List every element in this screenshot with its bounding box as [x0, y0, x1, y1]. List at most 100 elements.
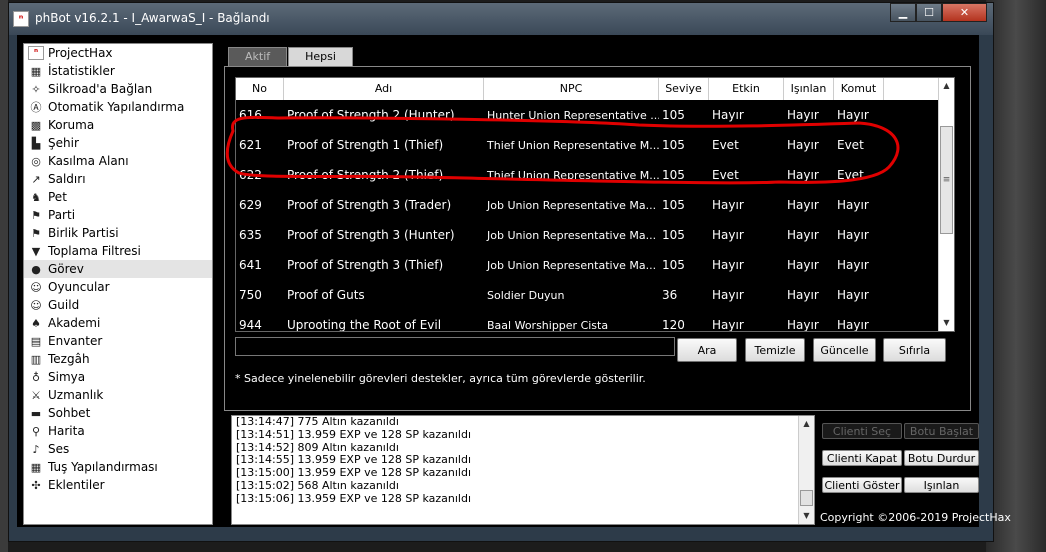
table-row[interactable]: 641 Proof of Strength 3 (Thief) Job Union …	[236, 250, 954, 280]
sidebar-item-autoconfig[interactable]: Ⓐ Otomatik Yapılandırma	[24, 98, 212, 116]
alchemy-icon: ♁	[31, 370, 41, 384]
log-scroll-down-icon[interactable]: ▼	[799, 508, 814, 524]
sidebar-item-union-party[interactable]: ⚑ Birlik Partisi	[24, 224, 212, 242]
update-button[interactable]: Güncelle	[813, 338, 876, 362]
sidebar-item-label: Harita	[48, 424, 85, 438]
table-cell: Uprooting the Root of Evil	[287, 318, 442, 332]
teleport-button[interactable]: Işınlan	[904, 477, 979, 493]
log-box[interactable]: [13:14:47] 775 Altın kazanıldı [13:14:51]…	[231, 415, 815, 525]
sidebar-item-connect[interactable]: ✧ Silkroad'a Bağlan	[24, 80, 212, 98]
maximize-button[interactable]: ☐	[916, 3, 942, 22]
col-command[interactable]: Komut	[834, 78, 884, 100]
table-row[interactable]: 629 Proof of Strength 3 (Trader) Job Union…	[236, 190, 954, 220]
table-cell: Hayır	[712, 108, 744, 122]
sidebar-item-label: Kasılma Alanı	[48, 154, 129, 168]
inventory-icon: ▤	[30, 334, 42, 348]
table-body: 616 Proof of Strength 2 (Hunter) Hunter Un…	[236, 100, 954, 332]
title-bar[interactable]: ⁿ phBot v16.2.1 - I_AwarwaS_I - Bağlandı…	[9, 3, 993, 35]
pet-icon: ♞	[31, 190, 41, 204]
search-input[interactable]	[235, 337, 675, 356]
sidebar-item-academy[interactable]: ♠ Akademi	[24, 314, 212, 332]
table-cell: 629	[239, 198, 262, 212]
sidebar-item-attack[interactable]: ↗ Saldırı	[24, 170, 212, 188]
scroll-up-icon[interactable]: ▲	[939, 78, 954, 94]
table-cell: Proof of Strength 3 (Hunter)	[287, 228, 455, 242]
table-row[interactable]: 944 Uprooting the Root of Evil Baal Worshi…	[236, 310, 954, 332]
maximize-icon: ☐	[924, 6, 934, 19]
tab-aktif[interactable]: Aktif	[228, 47, 288, 66]
col-level[interactable]: Seviye	[659, 78, 709, 100]
sidebar-item-mastery[interactable]: ⚔ Uzmanlık	[24, 386, 212, 404]
sidebar-item-guild[interactable]: ☺ Guild	[24, 296, 212, 314]
sidebar-item-statistics[interactable]: ▦ İstatistikler	[24, 62, 212, 80]
scroll-down-icon[interactable]: ▼	[939, 315, 954, 331]
sidebar-item-pet[interactable]: ♞ Pet	[24, 188, 212, 206]
phbot-icon[interactable]: ⁿ	[13, 11, 29, 27]
table-row[interactable]: 621 Proof of Strength 1 (Thief) Thief Unio…	[236, 130, 954, 160]
table-scrollbar[interactable]: ▲ ≡ ▼	[938, 78, 954, 331]
table-cell: Hayır	[837, 228, 869, 242]
table-cell: Job Union Representative Ma...	[487, 228, 657, 242]
stop-bot-button[interactable]: Botu Durdur	[904, 450, 979, 466]
table-cell: Hayır	[712, 228, 744, 242]
select-client-button[interactable]: Clienti Seç	[822, 423, 902, 439]
reset-button[interactable]: Sıfırla	[883, 338, 946, 362]
sidebar-item-plugins[interactable]: ✣ Eklentiler	[24, 476, 212, 494]
sidebar-item-bell[interactable]: ♪ Ses	[24, 440, 212, 458]
start-bot-button[interactable]: Botu Başlat	[904, 423, 979, 439]
log-scroll-up-icon[interactable]: ▲	[799, 416, 814, 432]
sidebar-item-label: Silkroad'a Bağlan	[48, 82, 153, 96]
table-cell: 621	[239, 138, 262, 152]
col-npc[interactable]: NPC	[484, 78, 659, 100]
sidebar-item-party[interactable]: ⚑ Parti	[24, 206, 212, 224]
table-cell: Hayır	[837, 258, 869, 272]
clear-button[interactable]: Temizle	[745, 338, 805, 362]
show-client-button[interactable]: Clienti Göster	[822, 477, 902, 493]
table-cell: Thief Union Representative M...	[487, 168, 659, 182]
log-scrollbar[interactable]: ▲ ▼	[798, 416, 814, 524]
sidebar-item-chat[interactable]: ▬ Sohbet	[24, 404, 212, 422]
search-button[interactable]: Ara	[677, 338, 737, 362]
log-scroll-thumb[interactable]	[800, 490, 813, 506]
sidebar-item-projecthax[interactable]: ⁿ ProjectHax	[24, 44, 212, 62]
sidebar-item-town[interactable]: ▙ Şehir	[24, 134, 212, 152]
sidebar-item-keyboard[interactable]: ▦ Tuş Yapılandırması	[24, 458, 212, 476]
bell-icon: ♪	[32, 442, 40, 456]
sidebar-item-label: Guild	[48, 298, 80, 312]
scroll-thumb[interactable]: ≡	[940, 126, 953, 234]
connect-icon: ✧	[31, 82, 41, 96]
autoconfig-icon: Ⓐ	[30, 101, 42, 114]
table-row[interactable]: 635 Proof of Strength 3 (Hunter) Job Union…	[236, 220, 954, 250]
quest-panel: No Adı NPC Seviye Etkin Işınlan Komut 61…	[224, 66, 971, 411]
minimize-button[interactable]: ▁	[890, 3, 916, 22]
union-party-icon: ⚑	[31, 226, 41, 240]
close-icon: ✕	[959, 6, 970, 19]
col-teleport[interactable]: Işınlan	[784, 78, 834, 100]
close-client-button[interactable]: Clienti Kapat	[822, 450, 902, 466]
chat-icon: ▬	[30, 406, 42, 420]
table-cell: Proof of Strength 1 (Thief)	[287, 138, 444, 152]
sidebar-item-map-pin[interactable]: ⚲ Harita	[24, 422, 212, 440]
sidebar-item-stall[interactable]: ▥ Tezgâh	[24, 350, 212, 368]
sidebar-item-label: Pet	[48, 190, 67, 204]
academy-icon: ♠	[31, 316, 41, 330]
table-row[interactable]: 622 Proof of Strength 2 (Thief) Thief Unio…	[236, 160, 954, 190]
table-cell: Hayır	[712, 318, 744, 332]
col-enabled[interactable]: Etkin	[709, 78, 784, 100]
close-button[interactable]: ✕	[942, 3, 987, 22]
sidebar-item-quest[interactable]: ● Görev	[24, 260, 212, 278]
table-cell: Evet	[712, 168, 739, 182]
col-name[interactable]: Adı	[284, 78, 484, 100]
sidebar-item-training-area[interactable]: ◎ Kasılma Alanı	[24, 152, 212, 170]
table-row[interactable]: 616 Proof of Strength 2 (Hunter) Hunter Un…	[236, 100, 954, 130]
tab-hepsi[interactable]: Hepsi	[288, 47, 353, 66]
sidebar-item-protection[interactable]: ▩ Koruma	[24, 116, 212, 134]
sidebar-item-alchemy[interactable]: ♁ Simya	[24, 368, 212, 386]
table-cell: 622	[239, 168, 262, 182]
table-row[interactable]: 750 Proof of Guts Soldier Duyun 36 Hayır Hayı…	[236, 280, 954, 310]
sidebar-item-players[interactable]: ☺ Oyuncular	[24, 278, 212, 296]
sidebar-item-filter[interactable]: ▼ Toplama Filtresi	[24, 242, 212, 260]
sidebar-item-inventory[interactable]: ▤ Envanter	[24, 332, 212, 350]
col-no[interactable]: No	[236, 78, 284, 100]
table-cell: 105	[662, 138, 685, 152]
